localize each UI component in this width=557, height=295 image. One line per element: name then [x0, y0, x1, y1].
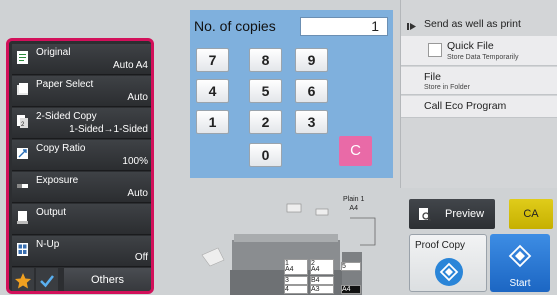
tray-6[interactable]: A4 [341, 285, 361, 294]
tray-2-size: A4 [311, 266, 320, 273]
key-7[interactable]: 7 [196, 48, 229, 72]
file-title: File [424, 71, 441, 83]
quick-file-sub: Store Data Temporarily [447, 54, 519, 61]
key-9[interactable]: 9 [295, 48, 328, 72]
right-options-panel: Send as well as print Quick File Store D… [400, 0, 557, 188]
key-5[interactable]: 5 [249, 79, 282, 103]
tray-3-size: B4 [311, 277, 320, 284]
tray-6-size: A4 [342, 286, 351, 293]
tray-4-size: A3 [311, 286, 320, 293]
file-button[interactable]: File Store in Folder [401, 67, 557, 95]
tray-5-num: 5 [342, 263, 346, 270]
others-button[interactable]: Others [64, 268, 151, 291]
output-label: Output [36, 207, 67, 218]
ca-button[interactable]: CA [509, 199, 553, 229]
eco-program-button[interactable]: Call Eco Program [401, 96, 557, 118]
key-2[interactable]: 2 [249, 110, 282, 134]
function-bottom-row: Others [12, 268, 151, 291]
tray-4[interactable]: 4 [284, 285, 308, 294]
tray-2-size-cell: A4 [310, 266, 334, 275]
proof-start-icon [435, 258, 463, 286]
two-sided-copy-icon: 2 [17, 115, 28, 128]
paper-select-icon [17, 83, 28, 95]
key-4[interactable]: 4 [196, 79, 229, 103]
copies-keypad-panel: No. of copies 1 7 8 9 4 5 6 1 2 3 0 C [190, 10, 393, 178]
key-8[interactable]: 8 [249, 48, 282, 72]
start-button[interactable]: Start [490, 234, 550, 292]
machine-status-area: Plain 1 A4 1 A4 2 A4 3 B4 4 A3 5 A4 [190, 190, 400, 295]
tray-3-size-cell: B4 [310, 276, 334, 285]
start-icon [508, 244, 532, 268]
proof-copy-button[interactable]: Proof Copy [409, 234, 487, 292]
two-sided-copy-value: 1-Sided→1-Sided [69, 124, 148, 135]
n-up-icon [17, 243, 28, 256]
tray-3-num: 3 [285, 277, 289, 284]
copies-label: No. of copies [194, 18, 276, 34]
clear-button[interactable]: C [339, 136, 372, 166]
n-up-label: N-Up [36, 239, 60, 250]
exposure-value: Auto [127, 188, 148, 199]
two-sided-copy-label: 2-Sided Copy [36, 111, 97, 122]
tray-4-num: 4 [285, 286, 289, 293]
exposure-label: Exposure [36, 175, 79, 186]
favorite-button[interactable] [12, 268, 34, 291]
tray-4-size-cell: A3 [310, 285, 334, 294]
exposure-button[interactable]: Exposure Auto [12, 172, 151, 203]
checklist-button[interactable] [36, 268, 58, 291]
star-icon [15, 273, 31, 289]
copy-ratio-label: Copy Ratio [36, 143, 86, 154]
tray-1-size-cell: A4 [284, 266, 308, 275]
two-sided-copy-button[interactable]: 2 2-Sided Copy 1-Sided→1-Sided [12, 108, 151, 139]
copy-ratio-icon [17, 148, 28, 159]
quick-file-title: Quick File [447, 40, 494, 52]
exposure-icon [17, 184, 28, 188]
key-3[interactable]: 3 [295, 110, 328, 134]
proof-copy-label: Proof Copy [415, 240, 466, 251]
send-as-well-label: Send as well as print [424, 18, 521, 30]
original-button[interactable]: Original Auto A4 [12, 44, 151, 75]
preview-icon [419, 208, 431, 221]
n-up-button[interactable]: N-Up Off [12, 236, 151, 267]
quick-file-button[interactable]: Quick File Store Data Temporarily [401, 36, 557, 66]
copy-ratio-value: 100% [122, 156, 148, 167]
file-sub: Store in Folder [424, 84, 470, 91]
key-6[interactable]: 6 [295, 79, 328, 103]
play-arrow-icon [407, 23, 416, 30]
check-icon [40, 275, 54, 288]
start-label: Start [509, 278, 531, 289]
copies-input[interactable]: 1 [300, 17, 388, 36]
tray-3[interactable]: 3 [284, 276, 308, 285]
original-label: Original [36, 47, 71, 58]
preview-button[interactable]: Preview [409, 199, 495, 229]
paper-select-label: Paper Select [36, 79, 94, 90]
preview-label: Preview [445, 208, 485, 220]
quick-file-checkbox[interactable] [428, 43, 442, 57]
output-button[interactable]: Output [12, 204, 151, 235]
function-panel: Original Auto A4 Paper Select Auto 2 2-S… [6, 38, 154, 294]
output-icon [17, 211, 28, 224]
key-1[interactable]: 1 [196, 110, 229, 134]
key-0[interactable]: 0 [249, 143, 282, 167]
original-value: Auto A4 [112, 60, 148, 71]
original-icon [17, 51, 28, 64]
eco-program-title: Call Eco Program [424, 100, 507, 112]
n-up-value: Off [134, 252, 148, 263]
tray-1-size: A4 [285, 266, 294, 273]
paper-select-button[interactable]: Paper Select Auto [12, 76, 151, 107]
tray-5[interactable]: 5 [341, 262, 361, 271]
copy-ratio-button[interactable]: Copy Ratio 100% [12, 140, 151, 171]
paper-select-value: Auto [127, 92, 148, 103]
